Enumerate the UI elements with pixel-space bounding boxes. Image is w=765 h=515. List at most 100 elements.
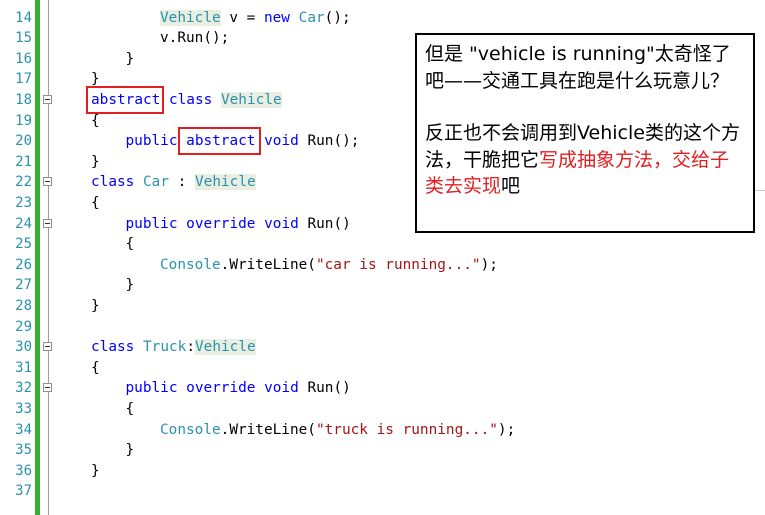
collapse-icon[interactable] [43, 218, 52, 228]
code-token: Console [160, 421, 221, 438]
code-token: override [186, 215, 256, 232]
annotation-paragraph-2: 反正也不会调用到Vehicle类的这个方法，干脆把它写成抽象方法，交给子类去实现… [425, 120, 745, 200]
line-number: 22 [15, 174, 32, 191]
annotation-paragraph-1: 但是 "vehicle is running"太奇怪了吧——交通工具在跑是什么玩… [425, 43, 731, 92]
code-token: Car [143, 174, 169, 191]
annotation-callout: 但是 "vehicle is running"太奇怪了吧——交通工具在跑是什么玩… [415, 33, 755, 233]
code-text: Console.WriteLine("truck is running...")… [160, 420, 515, 441]
code-token: { [91, 194, 100, 211]
code-line[interactable]: 29 [0, 317, 765, 338]
collapse-icon[interactable] [43, 94, 52, 104]
code-line[interactable]: 35} [0, 440, 765, 461]
code-token: } [91, 153, 100, 170]
code-text: } [91, 152, 100, 173]
code-line[interactable]: 31 { [0, 358, 765, 379]
line-number: 33 [15, 400, 32, 417]
code-line[interactable]: 25 { [0, 234, 765, 255]
code-line[interactable]: 34 Console.WriteLine("truck is running...… [0, 420, 765, 441]
code-text: { [91, 358, 100, 379]
code-token: (); [324, 9, 351, 26]
code-token: { [125, 236, 135, 253]
code-token: public [125, 215, 178, 232]
code-text: { [126, 234, 135, 255]
code-token: Truck [143, 339, 187, 356]
code-token: Run() [298, 215, 351, 232]
code-token: new [263, 9, 290, 26]
line-number: 30 [15, 339, 32, 356]
line-number: 24 [15, 215, 32, 232]
code-token: } [125, 277, 135, 294]
line-number: 37 [15, 483, 32, 500]
code-token: Run() [298, 380, 351, 397]
code-token: ); [497, 421, 516, 438]
code-token: .WriteLine( [220, 256, 316, 273]
code-line[interactable]: 37 [0, 481, 765, 502]
code-token: Vehicle [220, 91, 282, 108]
code-token: public [125, 133, 178, 150]
collapse-icon[interactable] [43, 177, 52, 187]
code-token: "truck is running..." [315, 421, 498, 438]
code-token: "car is running..." [315, 256, 481, 273]
line-number: 31 [15, 359, 32, 376]
code-text: class Truck:Vehicle [91, 337, 256, 358]
code-text: public override void Run() [126, 214, 351, 235]
code-line[interactable]: 32 public override void Run() [0, 378, 765, 399]
line-number: 17 [15, 71, 32, 88]
line-number: 32 [15, 380, 32, 397]
code-token: { [125, 400, 135, 417]
code-token: : [169, 174, 195, 191]
code-token: Console [160, 256, 221, 273]
code-line[interactable]: 30 class Truck:Vehicle [0, 337, 765, 358]
code-text: class Car : Vehicle [91, 172, 256, 193]
code-token: { [91, 359, 100, 376]
code-token: { [91, 112, 100, 129]
line-number: 29 [15, 318, 32, 335]
code-token: } [91, 297, 100, 314]
code-token: void [264, 215, 299, 232]
code-text: } [91, 461, 100, 482]
code-text: Console.WriteLine("car is running..."); [160, 255, 498, 276]
code-text: { [126, 399, 135, 420]
code-text: } [126, 49, 135, 70]
line-number: 21 [15, 153, 32, 170]
code-token: : [186, 339, 195, 356]
code-token: public [125, 380, 178, 397]
code-token: void [264, 380, 299, 397]
code-token: class [91, 339, 135, 356]
code-text: } [91, 296, 100, 317]
collapse-icon[interactable] [43, 342, 52, 352]
code-line[interactable]: 27} [0, 275, 765, 296]
line-number: 16 [15, 50, 32, 67]
line-number: 26 [15, 256, 32, 273]
code-token: class [91, 174, 135, 191]
code-token: Vehicle [195, 339, 256, 356]
code-token: } [125, 50, 135, 67]
code-text: v.Run(); [160, 28, 229, 49]
code-token: class [168, 91, 213, 108]
code-line[interactable]: 14 Vehicle v = new Car(); [0, 8, 765, 29]
code-text: } [126, 275, 135, 296]
line-number: 19 [15, 112, 32, 129]
code-line[interactable]: 28} [0, 296, 765, 317]
code-line[interactable]: 33 { [0, 399, 765, 420]
code-text: { [91, 193, 100, 214]
code-line[interactable]: 36} [0, 461, 765, 482]
code-token: Vehicle [160, 9, 221, 26]
code-token: } [91, 462, 100, 479]
line-number: 35 [15, 442, 32, 459]
code-token: void [264, 133, 299, 150]
code-token: } [91, 71, 100, 88]
code-token: Run(); [298, 133, 360, 150]
code-token: override [186, 380, 256, 397]
collapse-icon[interactable] [43, 383, 52, 393]
code-text: } [126, 440, 135, 461]
code-line[interactable]: 26 Console.WriteLine("car is running...")… [0, 255, 765, 276]
abstract-class-highlight-box [86, 86, 164, 114]
